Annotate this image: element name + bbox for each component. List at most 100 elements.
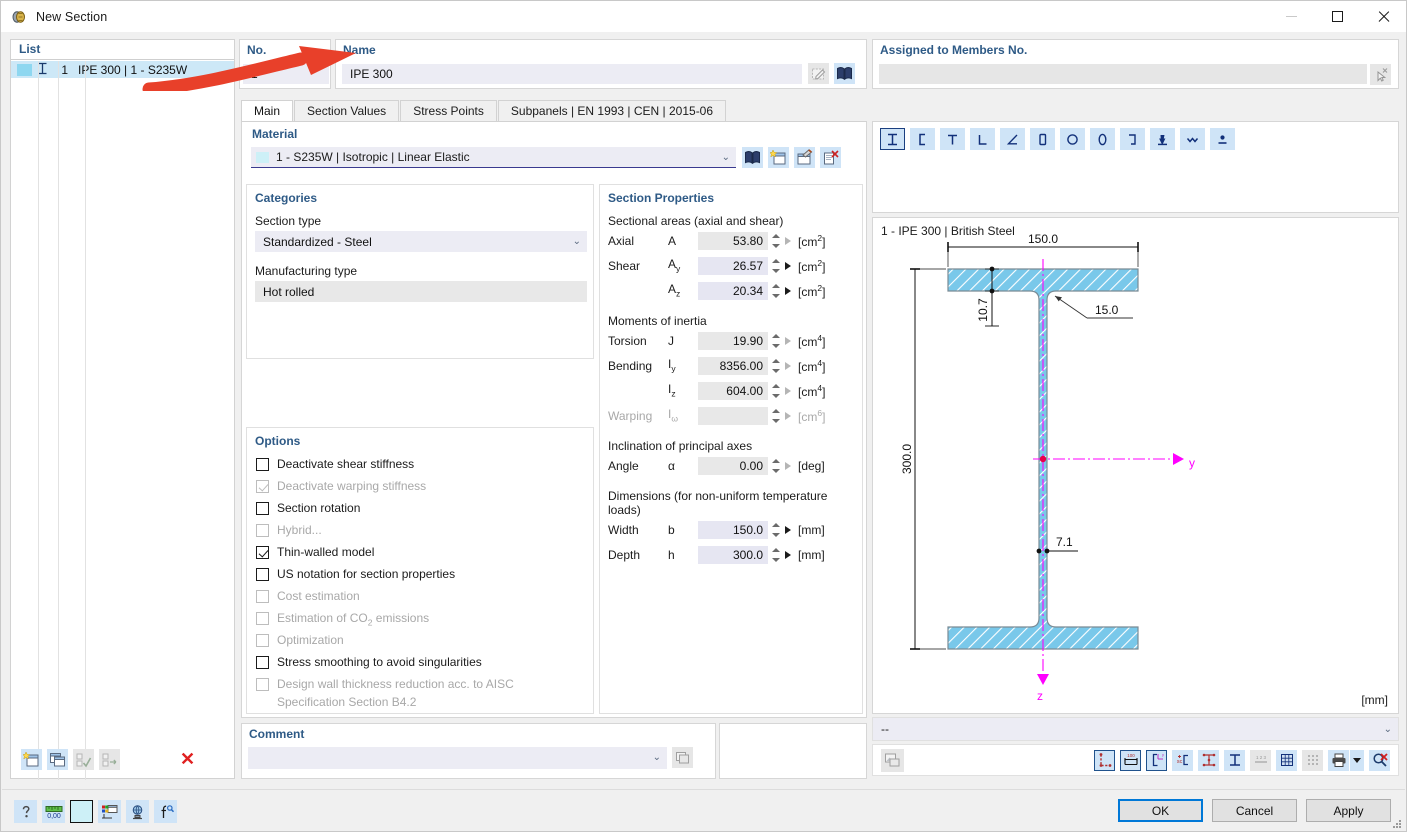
property-value-input[interactable]: 604.00 [698,382,768,400]
material-combobox[interactable]: 1 - S235W | Isotropic | Linear Elastic ⌄ [251,147,736,168]
property-value-input[interactable]: 53.80 [698,232,768,250]
assigned-members-value [879,67,887,81]
shape-angle-button[interactable] [970,128,995,150]
assigned-members-input[interactable] [879,64,1367,84]
print-button[interactable] [1328,750,1349,771]
shape-rectangle-hollow-button[interactable] [1030,128,1055,150]
tab-stress-points[interactable]: Stress Points [400,100,497,122]
option-us-notation[interactable]: US notation for section properties [247,565,593,587]
property-value-input[interactable]: 8356.00 [698,357,768,375]
maximize-button[interactable] [1314,1,1360,32]
i-section-icon [32,62,52,78]
property-value-input[interactable]: 26.57 [698,257,768,275]
show-grid-button[interactable] [1276,750,1297,771]
apply-button[interactable]: Apply [1306,799,1391,822]
minimize-button[interactable] [1268,1,1314,32]
spinner-icon[interactable] [770,332,781,350]
option-co2-emissions: Estimation of CO2 emissions [247,609,593,631]
ok-button[interactable]: OK [1118,799,1203,822]
property-value-input[interactable]: 20.34 [698,282,768,300]
expand-arrow-icon[interactable] [785,362,791,370]
property-unit: [cm2] [798,233,825,249]
expand-arrow-icon[interactable] [785,287,791,295]
spinner-icon[interactable] [770,457,781,475]
spinner-icon[interactable] [770,282,781,300]
print-preview-button[interactable] [881,749,904,772]
delete-material-button[interactable] [820,147,841,168]
checkbox-checked-icon [256,480,269,493]
option-section-rotation[interactable]: Section rotation [247,499,593,521]
shape-channel-button[interactable] [910,128,935,150]
expand-arrow-icon[interactable] [785,237,791,245]
units-button[interactable]: 0,00 [42,800,65,823]
number-input[interactable]: 1 [243,64,329,84]
tab-main[interactable]: Main [241,100,293,122]
property-value-input[interactable]: 150.0 [698,521,768,539]
shape-sloped-angle-button[interactable] [1000,128,1025,150]
copy-section-button[interactable] [47,749,68,770]
drawing-view-combobox[interactable]: -- ⌄ [872,717,1399,741]
help-button[interactable] [14,800,37,823]
section-library-button[interactable] [834,63,855,84]
show-axes-button[interactable]: y [1146,750,1167,771]
show-outline-button[interactable] [1094,750,1115,771]
window-controls [1268,1,1406,32]
spinner-icon[interactable] [770,382,781,400]
show-stress-points-button[interactable] [1198,750,1219,771]
section-type-combobox[interactable]: Standardized - Steel ⌄ [255,231,587,252]
tab-section-values[interactable]: Section Values [294,100,399,122]
shape-oval-button[interactable] [1090,128,1115,150]
formula-button[interactable] [154,800,177,823]
visual-settings-button[interactable] [126,800,149,823]
new-material-button[interactable] [768,147,789,168]
show-shear-center-button[interactable]: sc [1172,750,1193,771]
shape-circle-button[interactable] [1060,128,1085,150]
spinner-icon[interactable] [770,257,781,275]
name-input[interactable]: IPE 300 [342,64,802,84]
options-title: Options [247,428,593,448]
comment-list-button[interactable] [672,747,693,768]
expand-arrow-icon[interactable] [785,462,791,470]
property-value-input[interactable]: 300.0 [698,546,768,564]
shape-zed-button[interactable] [1120,128,1145,150]
expand-arrow-icon[interactable] [785,387,791,395]
option-thin-walled-model[interactable]: Thin-walled model [247,543,593,565]
tab-subpanels[interactable]: Subpanels | EN 1993 | CEN | 2015-06 [498,100,726,122]
spinner-icon[interactable] [770,521,781,539]
expand-arrow-icon[interactable] [785,526,791,534]
print-dropdown-button[interactable] [1350,750,1364,771]
comment-input[interactable]: ⌄ [248,747,667,769]
property-row-depth: Depth h 300.0 [mm] [600,542,862,567]
shape-i-button[interactable] [880,128,905,150]
close-button[interactable] [1360,1,1406,32]
list-item[interactable]: 1 IPE 300 | 1 - S235W [11,61,234,78]
expand-arrow-icon[interactable] [785,262,791,270]
pick-members-button[interactable] [1370,64,1391,85]
option-deactivate-shear-stiffness[interactable]: Deactivate shear stiffness [247,455,593,477]
dimension-web-thickness-label: 7.1 [1056,535,1073,549]
show-parts-button[interactable] [1224,750,1245,771]
material-library-button[interactable] [742,147,763,168]
spinner-icon[interactable] [770,357,781,375]
property-value-input[interactable]: 19.90 [698,332,768,350]
display-properties-button[interactable] [98,800,121,823]
resize-grip[interactable] [1390,817,1402,829]
option-stress-smoothing[interactable]: Stress smoothing to avoid singularities [247,653,593,675]
property-value-input[interactable]: 0.00 [698,457,768,475]
shape-t-button[interactable] [940,128,965,150]
edit-material-button[interactable] [794,147,815,168]
show-dimensions-button[interactable]: 100 [1120,750,1141,771]
delete-section-button[interactable]: ✕ [177,749,198,770]
spinner-icon[interactable] [770,232,781,250]
shape-rail-button[interactable] [1150,128,1175,150]
new-section-button[interactable] [21,749,42,770]
shape-wave-button[interactable] [1180,128,1205,150]
cancel-button[interactable]: Cancel [1212,799,1297,822]
expand-arrow-icon[interactable] [785,551,791,559]
shape-point-button[interactable] [1210,128,1235,150]
spinner-icon[interactable] [770,546,781,564]
i-section-drawing[interactable]: 150.0 300.0 10.7 15.0 [873,234,1400,704]
zoom-reset-button[interactable] [1369,750,1390,771]
color-button[interactable] [70,800,93,823]
expand-arrow-icon[interactable] [785,337,791,345]
